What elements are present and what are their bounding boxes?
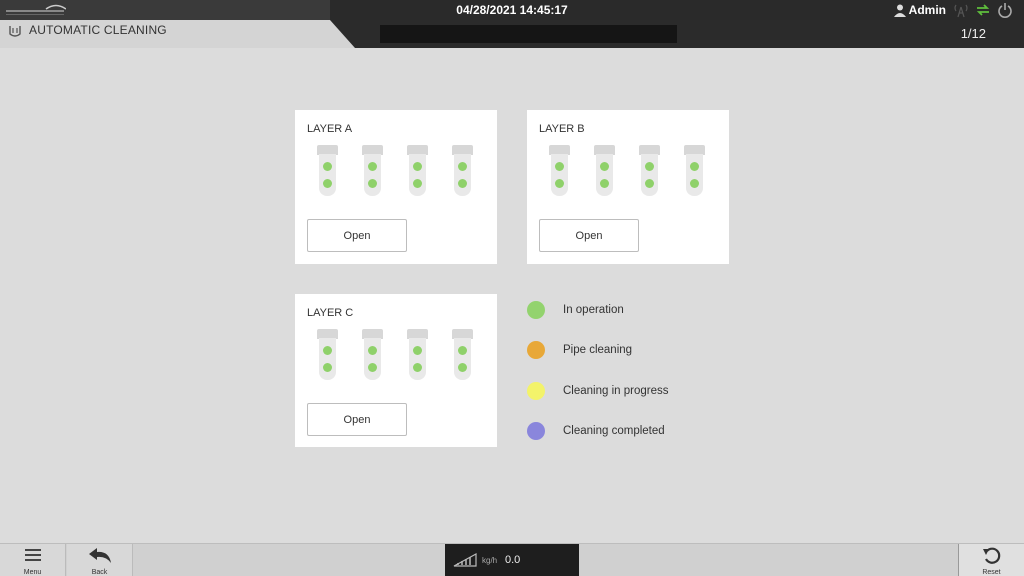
tube-icon (594, 145, 615, 196)
status-dot (527, 301, 545, 319)
tube-icon (452, 145, 473, 196)
user-name: Admin (908, 3, 946, 17)
user-icon (893, 4, 906, 17)
tube-icon (452, 329, 473, 380)
flow-value: 0.0 (505, 554, 521, 566)
status-dot (527, 382, 545, 400)
status-dot (413, 363, 422, 372)
message-bar (380, 25, 677, 43)
status-dot (600, 162, 609, 171)
layer-title: LAYER B (539, 123, 585, 135)
layer-title: LAYER C (307, 307, 354, 319)
flow-meter-icon (453, 552, 477, 567)
open-layer-a-button[interactable]: Open (307, 219, 407, 252)
status-dot (323, 162, 332, 171)
status-dot (690, 179, 699, 188)
layer-card-b: LAYER B Open (527, 110, 729, 264)
status-dot (600, 179, 609, 188)
status-dot (368, 179, 377, 188)
hamburger-icon (24, 549, 41, 561)
bottom-bar: Menu Back kg/h 0.0 Reset (0, 543, 1024, 576)
open-layer-c-button[interactable]: Open (307, 403, 407, 436)
power-icon[interactable] (997, 2, 1013, 18)
status-dot (368, 346, 377, 355)
status-dot (368, 363, 377, 372)
status-dot (323, 346, 332, 355)
layer-card-c: LAYER C Open (295, 294, 497, 447)
tube-icon (362, 329, 383, 380)
status-dot (527, 341, 545, 359)
reset-button[interactable]: Reset (958, 544, 1024, 576)
layer-title: LAYER A (307, 123, 353, 135)
tube-icon (407, 145, 428, 196)
tube-group (549, 145, 705, 196)
flow-unit: kg/h (482, 556, 498, 565)
back-arrow-icon (88, 548, 111, 563)
legend-item-cleaning-in-progress: Cleaning in progress (527, 381, 747, 401)
status-dot (458, 363, 467, 372)
layer-card-a: LAYER A Open (295, 110, 497, 264)
status-dot (413, 162, 422, 171)
legend-label: Cleaning completed (563, 425, 665, 437)
back-button[interactable]: Back (67, 544, 133, 576)
page-indicator: 1/12 (960, 26, 986, 41)
tube-icon (407, 329, 428, 380)
legend-label: Pipe cleaning (563, 344, 633, 356)
flow-rate-panel: kg/h 0.0 (445, 544, 579, 576)
legend-item-pipe-cleaning: Pipe cleaning (527, 340, 747, 360)
tube-icon (317, 145, 338, 196)
tube-icon (684, 145, 705, 196)
open-layer-b-button[interactable]: Open (539, 219, 639, 252)
reset-icon (982, 547, 1000, 564)
tube-icon (549, 145, 570, 196)
datetime: 04/28/2021 14:45:17 (456, 3, 568, 17)
menu-label: Menu (23, 569, 42, 576)
tube-group (317, 329, 473, 380)
status-dot (413, 346, 422, 355)
status-dot (323, 363, 332, 372)
status-dot (645, 179, 654, 188)
tube-icon (317, 329, 338, 380)
antenna-icon (954, 4, 968, 18)
menu-button[interactable]: Menu (0, 544, 66, 576)
status-dot (413, 179, 422, 188)
sync-icon[interactable] (975, 2, 991, 18)
status-dot (645, 162, 654, 171)
status-dot (458, 346, 467, 355)
status-dot (458, 179, 467, 188)
tube-group (317, 145, 473, 196)
status-dot (527, 422, 545, 440)
back-label: Back (91, 569, 108, 576)
reset-label: Reset (982, 569, 1001, 576)
legend-label: Cleaning in progress (563, 385, 669, 397)
top-bar: 04/28/2021 14:45:17 Admin (0, 0, 1024, 20)
page-title: AUTOMATIC CLEANING (29, 23, 167, 37)
tube-icon (362, 145, 383, 196)
legend-label: In operation (563, 304, 624, 316)
legend-item-in-operation: In operation (527, 300, 747, 320)
status-dot (690, 162, 699, 171)
status-dot (323, 179, 332, 188)
user-menu[interactable]: Admin (893, 3, 946, 17)
tube-icon (639, 145, 660, 196)
cleaning-icon (9, 26, 21, 37)
legend-item-cleaning-completed: Cleaning completed (527, 421, 747, 441)
status-dot (555, 162, 564, 171)
status-dot (458, 162, 467, 171)
status-dot (368, 162, 377, 171)
status-dot (555, 179, 564, 188)
title-bar: AUTOMATIC CLEANING 1/12 (0, 20, 1024, 48)
